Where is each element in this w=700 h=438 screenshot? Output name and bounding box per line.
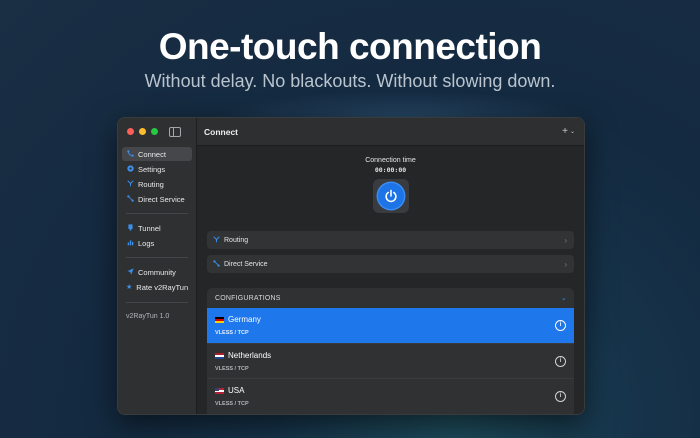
sidebar-item-label: Settings <box>138 164 166 174</box>
hero-subline: Without delay. No blackouts. Without slo… <box>144 71 556 91</box>
connection-time-label: Connection time <box>365 157 416 164</box>
sidebar-item-label: Direct Service <box>138 194 185 204</box>
tunnel-icon <box>126 223 134 233</box>
config-protocol: VLESS / TCP <box>215 330 249 336</box>
configurations-title: CONFIGURATIONS <box>215 294 281 302</box>
config-name-text: Netherlands <box>228 351 272 360</box>
zoom-window-button[interactable] <box>151 128 158 135</box>
config-name: Germany <box>215 315 261 324</box>
config-name: USA <box>215 386 244 395</box>
power-button-container <box>373 179 409 213</box>
power-icon <box>385 189 397 203</box>
chevron-right-icon: › <box>564 235 567 245</box>
routing-icon <box>213 235 220 245</box>
connection-time-value: 00:00:00 <box>374 166 407 174</box>
nav-group-main: Connect Settings Routing Direct Service <box>122 147 192 207</box>
window-controls <box>127 128 158 135</box>
info-icon[interactable]: i <box>555 391 566 402</box>
minimize-window-button[interactable] <box>139 128 146 135</box>
sidebar-item-rate[interactable]: ★ Rate v2RayTun <box>122 280 192 294</box>
info-icon[interactable]: i <box>555 356 566 367</box>
sidebar-item-label: Connect <box>138 149 166 159</box>
sidebar-item-label: Rate v2RayTun <box>136 282 189 292</box>
sidebar-item-logs[interactable]: Logs <box>122 236 192 250</box>
sidebar: Connect Settings Routing Direct Service <box>118 118 197 414</box>
sidebar-divider <box>126 302 188 303</box>
direct-service-row[interactable]: Direct Service › <box>207 255 574 273</box>
connect-power-button[interactable] <box>378 183 404 209</box>
info-icon[interactable]: i <box>555 320 566 331</box>
usa-flag-icon <box>215 387 224 394</box>
star-icon: ★ <box>126 284 133 291</box>
close-window-button[interactable] <box>127 128 134 135</box>
config-protocol: VLESS / TCP <box>215 401 249 407</box>
sidebar-item-settings[interactable]: Settings <box>122 162 192 176</box>
germany-flag-icon <box>215 316 224 323</box>
sidebar-divider <box>126 257 188 258</box>
sidebar-item-routing[interactable]: Routing <box>122 177 192 191</box>
nav-group-social: Community ★ Rate v2RayTun <box>122 265 192 295</box>
sidebar-item-direct-service[interactable]: Direct Service <box>122 192 192 206</box>
nav-group-tools: Tunnel Logs <box>122 221 192 251</box>
sidebar-item-tunnel[interactable]: Tunnel <box>122 221 192 235</box>
logs-icon <box>126 239 134 248</box>
sidebar-divider <box>126 213 188 214</box>
configurations-panel: CONFIGURATIONS ⌄ Germany VLESS / TCP i N… <box>207 288 574 414</box>
sidebar-item-connect[interactable]: Connect <box>122 147 192 161</box>
sidebar-item-label: Routing <box>138 179 164 189</box>
direct-service-icon <box>126 194 134 204</box>
plus-icon: + <box>562 126 568 137</box>
add-configuration-button[interactable]: + ⌄ <box>562 126 575 137</box>
sidebar-item-label: Tunnel <box>138 223 161 233</box>
titlebar: Connect + ⌄ <box>197 118 584 146</box>
sidebar-item-label: Logs <box>138 238 155 248</box>
chevron-right-icon: › <box>564 259 567 269</box>
config-item-germany[interactable]: Germany VLESS / TCP i <box>207 308 574 343</box>
chevron-down-icon: ⌄ <box>569 129 575 135</box>
routing-row-label: Routing <box>224 236 249 244</box>
config-protocol: VLESS / TCP <box>215 366 249 372</box>
sidebar-item-label: Community <box>138 267 176 277</box>
page-title: Connect <box>204 126 238 137</box>
main-pane: Connect + ⌄ Connection time 00:00:00 Rou… <box>197 118 584 414</box>
sidebar-item-community[interactable]: Community <box>122 265 192 279</box>
connect-icon <box>126 149 134 159</box>
app-version: v2RayTun 1.0 <box>126 313 170 320</box>
routing-row[interactable]: Routing › <box>207 231 574 249</box>
hero-headline: One-touch connection <box>158 26 542 67</box>
toggle-sidebar-icon[interactable] <box>169 127 181 137</box>
config-name-text: USA <box>228 386 245 395</box>
chevron-down-icon: ⌄ <box>560 295 567 302</box>
direct-service-row-label: Direct Service <box>224 260 268 268</box>
config-name-text: Germany <box>228 315 261 324</box>
configurations-header[interactable]: CONFIGURATIONS ⌄ <box>207 288 574 308</box>
config-name: Netherlands <box>215 351 271 360</box>
app-window: Connect Settings Routing Direct Service <box>117 117 585 415</box>
gear-icon <box>126 164 134 174</box>
netherlands-flag-icon <box>215 352 224 359</box>
direct-service-icon <box>213 259 220 269</box>
config-item-usa[interactable]: USA VLESS / TCP i <box>207 378 574 413</box>
routing-icon <box>126 179 134 189</box>
paper-plane-icon <box>126 267 134 277</box>
config-item-netherlands[interactable]: Netherlands VLESS / TCP i <box>207 343 574 378</box>
